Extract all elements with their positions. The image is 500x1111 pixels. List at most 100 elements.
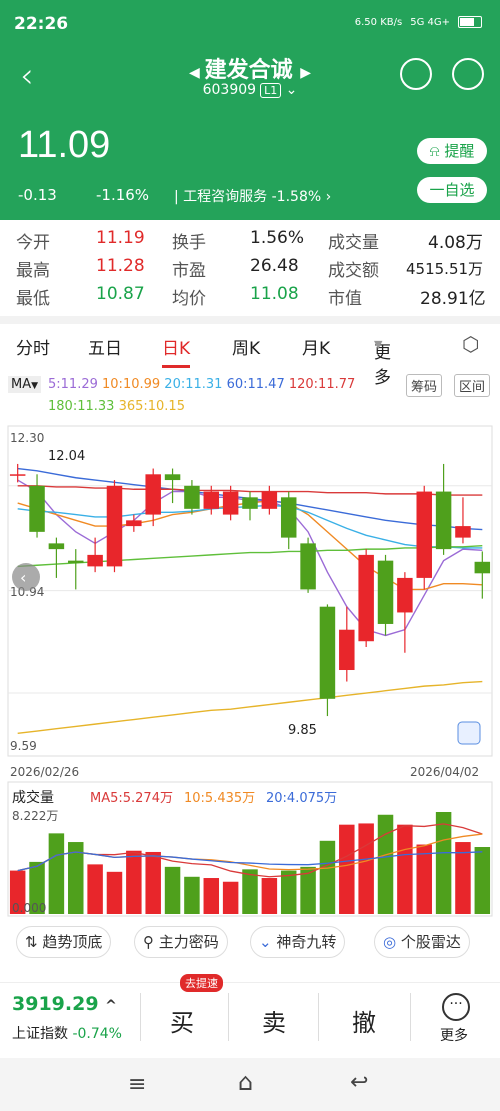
divider: [318, 993, 319, 1041]
sector-link[interactable]: | 工程咨询服务 -1.58% ›: [174, 186, 331, 206]
candle-body: [261, 491, 278, 509]
index-value[interactable]: 3919.29 ^: [12, 993, 117, 1015]
speed-badge[interactable]: 去提速: [180, 974, 223, 992]
stat-value: 11.08: [250, 284, 299, 304]
nine-turn-tool-button[interactable]: ⌄ 神奇九转: [250, 926, 346, 958]
radar-icon: ◎: [383, 933, 401, 951]
stats-row: 最高 11.28 市盈 26.48 成交额 4515.51万: [0, 256, 500, 284]
divider: [410, 993, 411, 1041]
ma10-value: 10:10.99: [102, 377, 161, 392]
candle-body: [184, 485, 200, 509]
candle-body: [358, 554, 374, 642]
tab-daily-k[interactable]: 日K: [162, 334, 191, 368]
tab-monthly-k[interactable]: 月K: [302, 334, 330, 359]
home-icon[interactable]: ⌂: [238, 1068, 253, 1096]
status-time: 22:26: [14, 14, 69, 34]
stat-label: 市盈: [172, 261, 206, 281]
range-button[interactable]: 区间: [454, 374, 491, 397]
ma120-value: 120:11.77: [288, 377, 356, 392]
candle-body: [203, 491, 220, 509]
system-nav-bar: ≡ ⌂ ↩: [0, 1058, 500, 1111]
volume-bar: [474, 847, 491, 914]
sell-button[interactable]: 卖: [262, 1003, 286, 1038]
stat-label: 最低: [16, 289, 50, 309]
low-label: 9.85: [288, 723, 317, 738]
expand-icon: [457, 721, 481, 745]
alert-button[interactable]: ⍾ 提醒: [417, 138, 487, 164]
volume-bar: [203, 878, 220, 914]
radar-tool-button[interactable]: ◎ 个股雷达: [374, 926, 470, 958]
stock-code: 603909: [202, 82, 257, 98]
volume-label: 成交量: [12, 789, 54, 806]
ma20-value: 20:11.31: [164, 377, 223, 392]
candle-body: [126, 520, 142, 527]
settings-icon[interactable]: ⬡: [462, 332, 479, 356]
next-stock-icon[interactable]: ▶: [300, 65, 311, 81]
ma-selector[interactable]: MA▼: [8, 376, 42, 393]
volume-bar: [416, 844, 432, 914]
tab-five-day[interactable]: 五日: [88, 334, 122, 359]
tab-intraday[interactable]: 分时: [16, 334, 50, 359]
stat-value: 28.91亿: [420, 289, 486, 309]
candle-body: [9, 474, 26, 476]
candle-body: [319, 606, 336, 699]
tab-weekly-k[interactable]: 周K: [232, 334, 260, 359]
candle-body: [48, 543, 65, 550]
stat-label: 换手: [172, 233, 206, 253]
more-label[interactable]: 更多: [440, 1025, 468, 1045]
index-pct: -0.74%: [72, 1026, 122, 1042]
caret-down-icon: ▼: [374, 338, 383, 351]
kline-chart[interactable]: 12.30 10.94 9.59 12.04 9.85 2026/02/26 2…: [0, 420, 500, 920]
divider: [140, 993, 141, 1041]
prev-stock-icon[interactable]: ◀: [189, 65, 205, 81]
trade-bar: 3919.29 ^ 上证指数 -0.74% 去提速 买 卖 撤 ··· 更多: [0, 974, 500, 1055]
volume-bar: [106, 871, 123, 914]
stat-value: 4.08万: [428, 233, 483, 253]
index-name-row: 上证指数 -0.74%: [12, 1023, 122, 1043]
tool-label: 个股雷达: [400, 933, 461, 951]
trend-icon: ⇅: [25, 933, 43, 951]
main-force-tool-button[interactable]: ⚲ 主力密码: [134, 926, 228, 958]
tool-label: 趋势顶底: [42, 933, 103, 951]
candle-body: [242, 497, 258, 509]
net-speed: 6.50 KB/s: [354, 16, 403, 28]
volume-ma20: 20:4.075万: [266, 791, 337, 806]
status-indicators: 6.50 KB/s 5G 4G+: [355, 16, 482, 28]
trend-tool-button[interactable]: ⇅ 趋势顶底: [16, 926, 112, 958]
volume-bar: [145, 851, 161, 914]
candle-body: [300, 543, 316, 590]
chip-button[interactable]: 筹码: [406, 374, 443, 397]
volume-bar: [377, 814, 394, 914]
volume-bar: [397, 824, 413, 914]
volume-bar: [280, 870, 297, 914]
buy-button[interactable]: 买: [170, 1003, 194, 1038]
ma-values: 5:11.29 10:10.99 20:11.31 60:11.47 120:1…: [48, 377, 355, 392]
date-end-label: 2026/04/02: [410, 765, 479, 779]
ma365-value: 365:10.15: [118, 399, 185, 414]
volume-bar: [319, 840, 336, 914]
stat-label: 市值: [328, 289, 362, 309]
divider: [0, 316, 500, 324]
refresh-icon[interactable]: [400, 58, 432, 90]
stat-value: 11.19: [96, 228, 145, 248]
cancel-order-button[interactable]: 撤: [352, 1003, 376, 1038]
volume-bar: [126, 850, 142, 914]
back-nav-icon[interactable]: ↩: [350, 1070, 368, 1095]
battery-icon: [458, 16, 482, 28]
tool-label: 主力密码: [158, 933, 219, 951]
volume-bar: [242, 869, 258, 914]
scroll-left-arrow: ‹: [20, 568, 26, 587]
candle-body: [377, 560, 394, 624]
stat-label: 今开: [16, 233, 50, 253]
ma180-value: 180:11.33: [48, 399, 115, 414]
more-icon[interactable]: ···: [442, 993, 470, 1021]
search-icon[interactable]: [452, 58, 484, 90]
chevron-down-icon: ⌄: [285, 82, 298, 98]
price-change-pct: -1.16%: [96, 186, 150, 204]
candle-body: [339, 629, 355, 671]
stat-value: 11.28: [96, 256, 145, 276]
candle-body: [87, 554, 103, 567]
alert-label: 提醒: [444, 142, 475, 160]
menu-icon[interactable]: ≡: [128, 1072, 146, 1097]
watchlist-button[interactable]: 一自选: [417, 177, 487, 203]
